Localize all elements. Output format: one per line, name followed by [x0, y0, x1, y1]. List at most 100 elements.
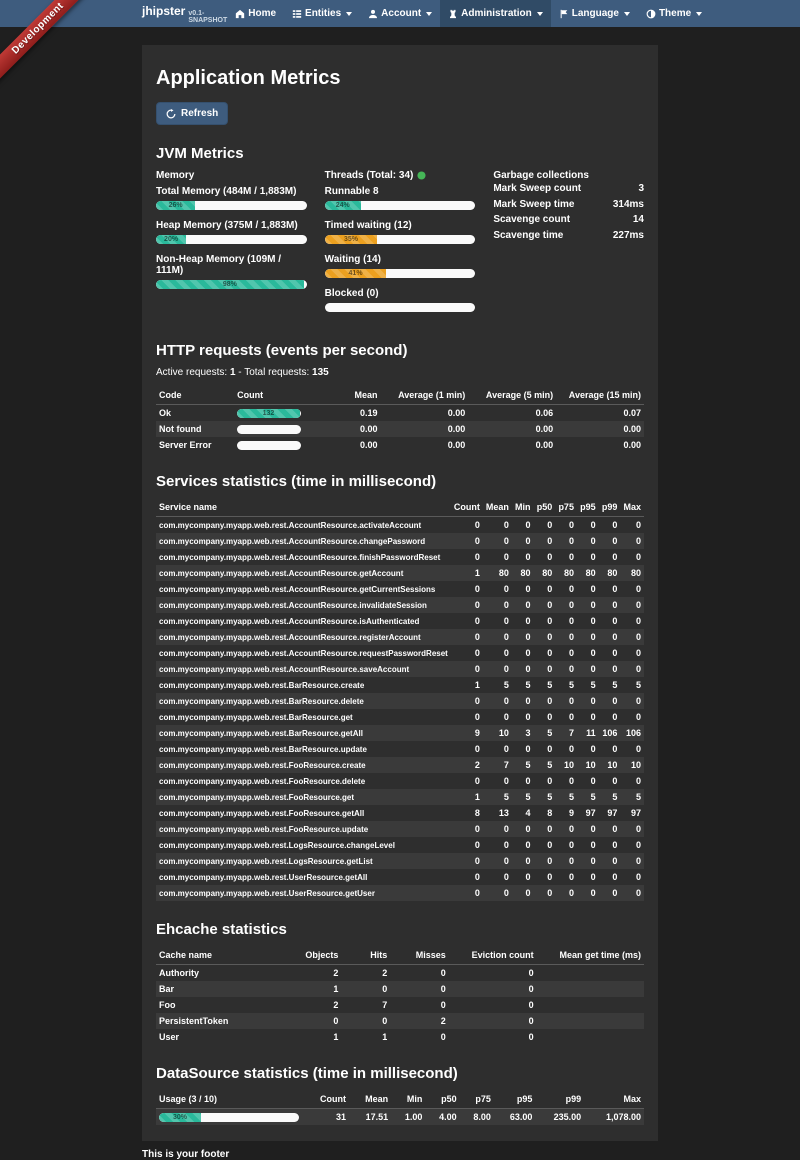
http-avg1: 0.00: [380, 437, 468, 453]
service-name: com.mycompany.myapp.web.rest.AccountReso…: [156, 661, 451, 677]
brand-link[interactable]: jhipster v0.1-SNAPSHOT: [142, 4, 227, 24]
cache-evictions: 0: [449, 981, 537, 997]
progress-fill: 41%: [325, 269, 387, 278]
service-p95: 0: [577, 597, 599, 613]
service-mean: 0: [483, 549, 512, 565]
service-p95: 5: [577, 677, 599, 693]
service-min: 0: [512, 869, 534, 885]
refresh-label: Refresh: [181, 108, 218, 119]
http-avg5: 0.00: [468, 437, 556, 453]
service-mean: 0: [483, 773, 512, 789]
service-p95: 0: [577, 869, 599, 885]
memory-header: Memory: [156, 170, 307, 181]
service-p99: 0: [599, 821, 621, 837]
nav-language[interactable]: Language: [551, 0, 638, 27]
service-p50: 0: [534, 709, 556, 725]
ds-max: 1,078.00: [584, 1109, 644, 1126]
nav-home-label: Home: [248, 8, 276, 19]
cache-objects: 2: [293, 965, 342, 982]
service-p75: 0: [555, 821, 577, 837]
service-min: 3: [512, 725, 534, 741]
service-max: 0: [620, 837, 644, 853]
http-count-cell: 132: [234, 405, 312, 422]
cache-evictions: 0: [449, 965, 537, 982]
progress-fill: 24%: [325, 201, 361, 210]
service-name: com.mycompany.myapp.web.rest.AccountReso…: [156, 533, 451, 549]
gc-row: Scavenge time 227ms: [493, 228, 644, 244]
service-count: 0: [451, 837, 483, 853]
nav-entities[interactable]: Entities: [284, 0, 360, 27]
nav-theme[interactable]: Theme: [638, 0, 710, 27]
service-mean: 10: [483, 725, 512, 741]
http-avg5: 0.06: [468, 405, 556, 422]
services-heading: Services statistics (time in millisecond…: [156, 473, 644, 490]
cache-objects: 0: [293, 1013, 342, 1029]
service-min: 5: [512, 789, 534, 805]
progress-track: [325, 303, 476, 312]
service-p99: 0: [599, 885, 621, 901]
service-p99: 5: [599, 789, 621, 805]
cache-name: Bar: [156, 981, 293, 997]
nav-administration-label: Administration: [461, 8, 532, 19]
service-min: 0: [512, 581, 534, 597]
service-count: 1: [451, 789, 483, 805]
gc-metric-value: 3: [638, 181, 644, 197]
service-count: 0: [451, 693, 483, 709]
nav-account[interactable]: Account: [360, 0, 440, 27]
service-row: com.mycompany.myapp.web.rest.AccountReso…: [156, 517, 644, 534]
http-avg1: 0.00: [380, 421, 468, 437]
http-table: Code Count Mean Average (1 min) Average …: [156, 386, 644, 453]
service-max: 0: [620, 821, 644, 837]
chevron-down-icon: [696, 12, 702, 16]
service-row: com.mycompany.myapp.web.rest.AccountReso…: [156, 661, 644, 677]
cache-mean-get-time: [537, 981, 644, 997]
service-count: 0: [451, 741, 483, 757]
progress-track: 41%: [325, 269, 476, 278]
service-p99: 80: [599, 565, 621, 581]
service-mean: 0: [483, 661, 512, 677]
service-p75: 0: [555, 773, 577, 789]
service-min: 0: [512, 837, 534, 853]
service-min: 0: [512, 533, 534, 549]
gauge-label: Heap Memory (375M / 1,883M): [156, 220, 307, 231]
jvm-grid: Memory Total Memory (484M / 1,883M) 26% …: [156, 170, 644, 322]
service-min: 0: [512, 597, 534, 613]
service-row: com.mycompany.myapp.web.rest.BarResource…: [156, 709, 644, 725]
ds-p95: 63.00: [494, 1109, 536, 1126]
thread-gauge: Blocked (0): [325, 288, 476, 312]
service-max: 0: [620, 693, 644, 709]
chevron-down-icon: [346, 12, 352, 16]
service-p95: 0: [577, 885, 599, 901]
http-table-body: Ok 132 0.19 0.00 0.06 0.07 Not found: [156, 405, 644, 454]
service-p75: 0: [555, 661, 577, 677]
service-count: 0: [451, 661, 483, 677]
service-p75: 0: [555, 741, 577, 757]
cache-row: Foo 2 7 0 0: [156, 997, 644, 1013]
service-p75: 0: [555, 533, 577, 549]
ds-min: 1.00: [391, 1109, 425, 1126]
refresh-icon: [166, 109, 176, 119]
cache-hits: 0: [341, 981, 390, 997]
ehcache-table-header: Cache name Objects Hits Misses Eviction …: [156, 946, 644, 965]
threads-ok-icon: [417, 171, 426, 180]
service-name: com.mycompany.myapp.web.rest.LogsResourc…: [156, 853, 451, 869]
http-row: Ok 132 0.19 0.00 0.06 0.07: [156, 405, 644, 422]
service-max: 0: [620, 853, 644, 869]
ds-p99: 235.00: [535, 1109, 584, 1126]
service-p75: 0: [555, 693, 577, 709]
service-p99: 0: [599, 869, 621, 885]
progress-track: 26%: [156, 201, 307, 210]
service-p95: 0: [577, 645, 599, 661]
http-mean: 0.00: [312, 437, 380, 453]
page-title: Application Metrics: [156, 67, 644, 90]
service-row: com.mycompany.myapp.web.rest.AccountReso…: [156, 613, 644, 629]
ehcache-table-body: Authority 2 2 0 0 Bar 1 0 0 0: [156, 965, 644, 1046]
service-mean: 0: [483, 613, 512, 629]
theme-adjust-icon: [646, 9, 656, 19]
nav-home[interactable]: Home: [227, 0, 284, 27]
http-count-cell: [234, 421, 312, 437]
nav-administration[interactable]: Administration: [440, 0, 551, 27]
service-mean: 0: [483, 741, 512, 757]
refresh-button[interactable]: Refresh: [156, 102, 228, 125]
service-max: 0: [620, 709, 644, 725]
